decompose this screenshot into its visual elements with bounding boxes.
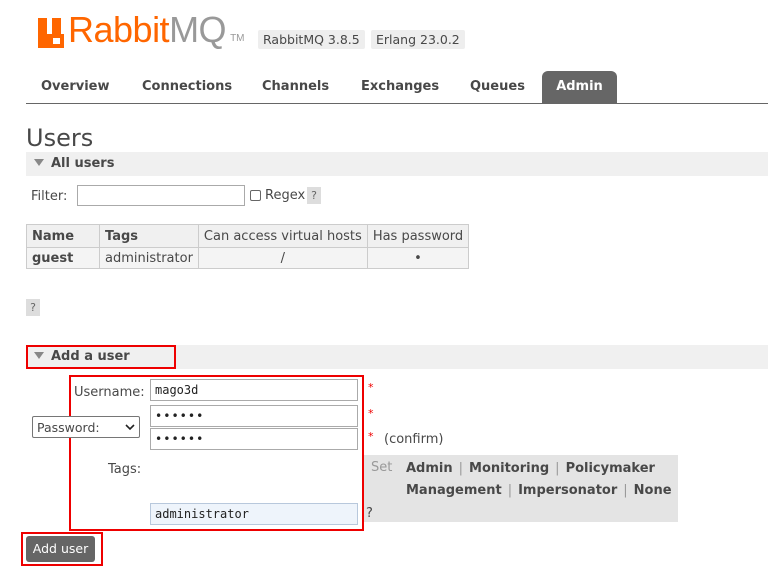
confirm-label: (confirm): [384, 432, 444, 447]
tag-management-link[interactable]: Management: [406, 483, 502, 498]
collapse-triangle-icon: [34, 159, 44, 166]
filter-label: Filter:: [31, 189, 68, 204]
col-vhosts: Can access virtual hosts: [197, 224, 368, 248]
username-required-mark: *: [368, 381, 374, 394]
col-name[interactable]: Name: [26, 224, 100, 248]
regex-label: Regex: [265, 188, 306, 203]
tab-queues[interactable]: Queues: [470, 71, 525, 103]
tab-channels[interactable]: Channels: [262, 71, 329, 103]
regex-help-icon[interactable]: ?: [307, 187, 321, 204]
tag-impersonator-link[interactable]: Impersonator: [518, 483, 617, 498]
rabbitmq-logo: RabbitMQ TM: [38, 12, 245, 48]
table-help-icon[interactable]: ?: [26, 299, 40, 316]
tag-monitoring-link[interactable]: Monitoring: [469, 461, 549, 476]
logo-tm: TM: [230, 33, 245, 44]
user-has-password: •: [366, 247, 470, 269]
tab-admin[interactable]: Admin: [542, 71, 617, 103]
users-table: Name Tags Can access virtual hosts Has p…: [26, 224, 470, 269]
password-required-mark: *: [368, 407, 374, 420]
col-tags[interactable]: Tags: [99, 224, 199, 248]
highlight-box-section: [26, 345, 176, 369]
version-badge: RabbitMQ 3.8.5: [258, 30, 365, 49]
tag-policymaker-link[interactable]: Policymaker: [566, 461, 655, 476]
all-users-section-header[interactable]: All users: [26, 152, 768, 176]
password-mode-select[interactable]: Password:: [32, 416, 140, 438]
regex-checkbox[interactable]: [250, 190, 261, 201]
username-input[interactable]: [150, 379, 358, 401]
user-vhosts: /: [197, 247, 368, 269]
password-confirm-input[interactable]: [150, 428, 358, 450]
tag-none-link[interactable]: None: [634, 483, 672, 498]
chevron-down-icon: [125, 423, 135, 430]
tag-admin-link[interactable]: Admin: [406, 461, 453, 476]
user-name-link[interactable]: guest: [26, 247, 100, 269]
rabbitmq-logo-icon: [38, 18, 64, 48]
confirm-required-mark: *: [368, 430, 374, 443]
password-mode-value: Password:: [37, 419, 100, 435]
all-users-title: All users: [51, 156, 115, 171]
tag-options-row-1: Admin | Monitoring | Policymaker: [406, 461, 655, 476]
main-tabs: Overview Connections Channels Exchanges …: [26, 71, 768, 104]
username-label: Username:: [74, 385, 145, 400]
col-has-password: Has password: [366, 224, 470, 248]
filter-input[interactable]: [77, 185, 245, 206]
password-input[interactable]: [150, 405, 358, 427]
user-tags: administrator: [99, 247, 199, 269]
table-row[interactable]: guest administrator / •: [26, 247, 470, 269]
tag-options-row-2: Management | Impersonator | None: [406, 483, 672, 498]
tab-overview[interactable]: Overview: [41, 71, 110, 103]
logo-wordmark: RabbitMQ: [68, 9, 227, 50]
tags-input[interactable]: [150, 503, 358, 525]
tags-label: Tags:: [108, 462, 142, 477]
tab-connections[interactable]: Connections: [142, 71, 232, 103]
set-label: Set: [371, 460, 393, 475]
tags-help-icon[interactable]: ?: [366, 506, 373, 521]
tab-exchanges[interactable]: Exchanges: [361, 71, 439, 103]
add-user-button[interactable]: Add user: [26, 536, 95, 562]
erlang-badge: Erlang 23.0.2: [371, 30, 465, 49]
page-title: Users: [26, 124, 94, 152]
